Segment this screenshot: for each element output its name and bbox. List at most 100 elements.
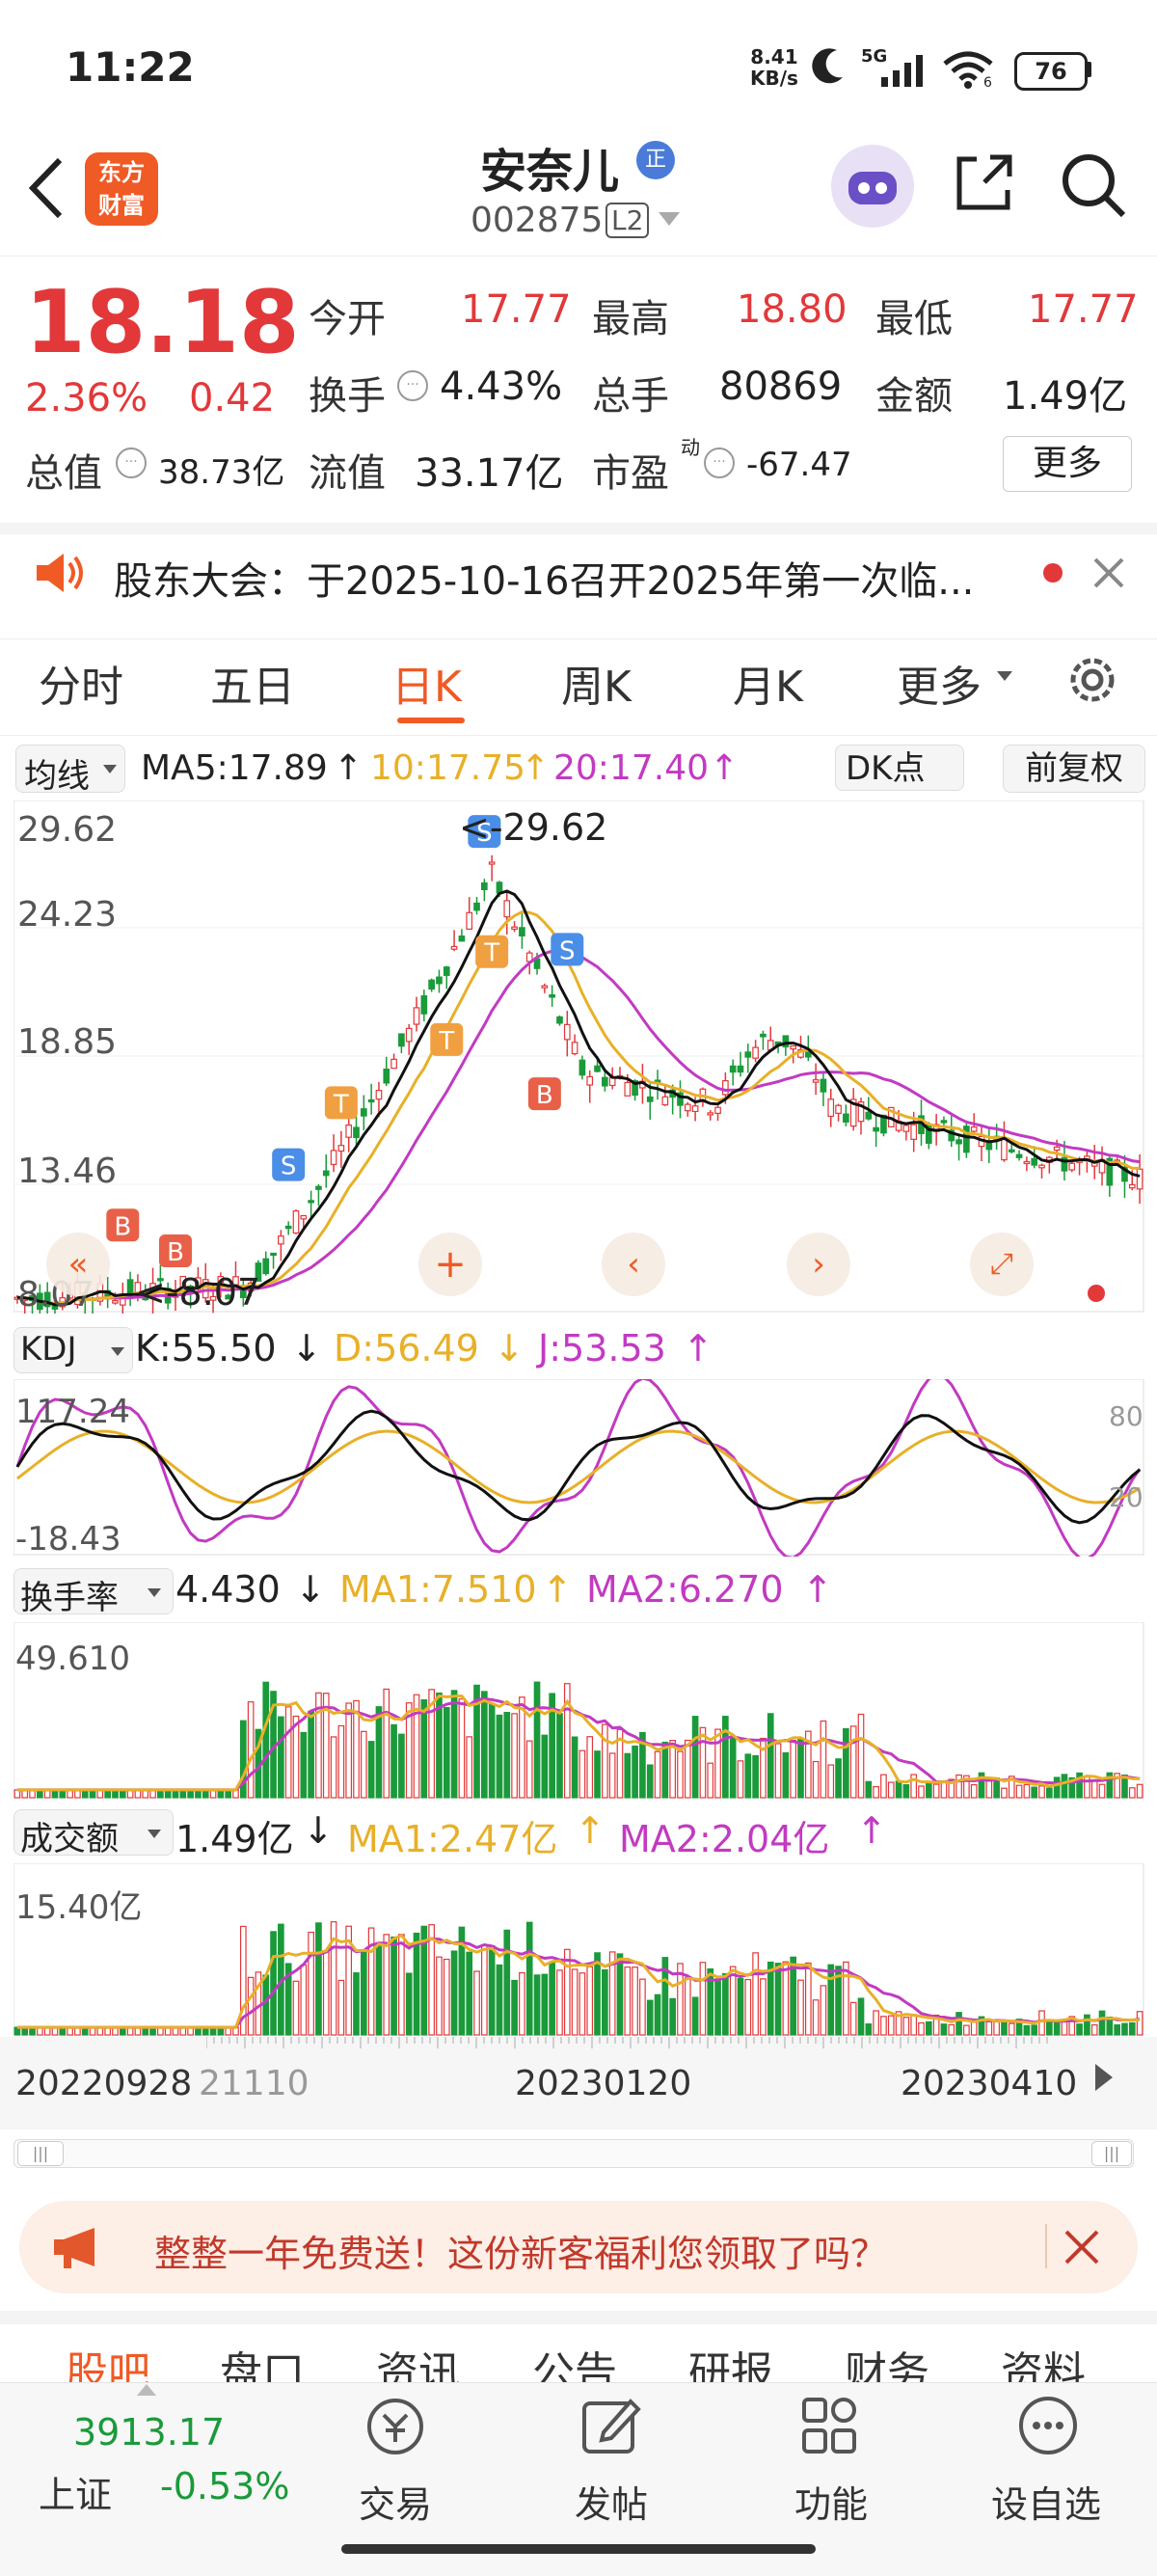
speaker-icon — [33, 550, 85, 600]
level-badge: L2 — [605, 203, 650, 238]
index-name[interactable]: 上证 — [39, 2465, 112, 2518]
range-scrollbar[interactable] — [13, 2139, 1134, 2168]
tab-minute[interactable]: 分时 — [39, 652, 123, 714]
volume-bar — [571, 1736, 578, 1799]
chevron-right-icon[interactable]: › — [787, 1233, 850, 1296]
volume-bar — [752, 1952, 759, 2036]
promo-text[interactable]: 整整一年免费送！这份新客福利您领取了吗？ — [154, 2224, 887, 2277]
kline-chart[interactable]: SSSBBBBTTT — [13, 800, 1145, 1314]
gear-icon[interactable] — [1063, 650, 1122, 714]
scroll-handle-left[interactable]: ||| — [17, 2141, 64, 2166]
rewind-icon[interactable]: « — [46, 1233, 110, 1296]
kdj-selector[interactable]: KDJ — [13, 1327, 133, 1373]
kdj-chart — [13, 1379, 1144, 1557]
candle — [405, 1027, 413, 1043]
grid-icon[interactable] — [798, 2394, 862, 2461]
robot-assistant-icon[interactable] — [831, 145, 914, 228]
volume-bar — [450, 1690, 458, 1799]
volume-bar — [443, 1706, 450, 1799]
search-icon[interactable] — [1058, 149, 1127, 223]
chevron-down-icon[interactable] — [659, 212, 680, 226]
info-icon[interactable]: ··· — [704, 447, 735, 478]
zoom-in-icon[interactable]: + — [418, 1233, 482, 1296]
adjust-button[interactable]: 前复权 — [1003, 745, 1145, 793]
volume-bar — [1061, 1774, 1068, 1799]
close-icon[interactable] — [1090, 554, 1128, 596]
tab-monthly-k[interactable]: 月K — [733, 652, 803, 714]
last-price: 18.18 — [25, 272, 300, 373]
ma10-label: 10:17.75 — [370, 748, 525, 788]
mktcap-value: 38.73亿 — [158, 453, 285, 492]
dk-point-button[interactable]: DK点 — [835, 745, 964, 791]
notice-text[interactable]: 股东大会：于2025-10-16召开2025年第一次临... — [114, 550, 974, 606]
candle — [511, 926, 518, 930]
candle — [940, 1120, 948, 1124]
volume-bar — [525, 1740, 533, 1799]
chevron-left-icon[interactable]: ‹ — [602, 1233, 665, 1296]
candle — [571, 1042, 578, 1055]
trade-icon[interactable] — [363, 2394, 430, 2461]
candle — [337, 1145, 345, 1152]
volume-bar — [541, 1734, 549, 1799]
volume-bar — [586, 1736, 594, 1799]
volume-bar — [970, 2020, 978, 2036]
candle — [503, 900, 511, 918]
volume-bar — [458, 1698, 466, 1799]
candle — [270, 1252, 277, 1257]
tab-five-day[interactable]: 五日 — [210, 652, 295, 714]
volume-bar — [1008, 2022, 1015, 2036]
change-value: 0.42 — [189, 376, 276, 420]
nav-post[interactable]: 发帖 — [575, 2475, 648, 2528]
ma20-label: 20:17.40 — [553, 748, 709, 788]
candle — [707, 1112, 714, 1116]
post-icon[interactable] — [578, 2394, 642, 2461]
candle — [292, 1210, 300, 1234]
more-circle-icon[interactable] — [1016, 2394, 1080, 2461]
y-label-top: 29.62 — [17, 810, 118, 850]
candle — [714, 1106, 721, 1114]
net-speed: 8.41 KB/s — [750, 45, 798, 90]
tab-weekly-k[interactable]: 周K — [561, 652, 632, 714]
volume-bar — [1098, 2010, 1106, 2036]
candle — [556, 1016, 563, 1024]
candle — [873, 1126, 879, 1132]
index-value[interactable]: 3913.17 — [73, 2411, 225, 2454]
play-icon[interactable] — [1095, 2064, 1113, 2091]
tab-daily-k[interactable]: 日K — [391, 652, 462, 714]
scroll-handle-right[interactable]: ||| — [1091, 2141, 1132, 2166]
volume-bar — [330, 1736, 337, 1799]
more-button[interactable]: 更多 — [1003, 436, 1132, 492]
close-icon[interactable] — [1063, 2228, 1101, 2270]
candle — [729, 1065, 737, 1073]
turnover-selector[interactable]: 换手率 — [13, 1568, 174, 1617]
volume-bar — [1090, 2023, 1098, 2036]
back-icon[interactable] — [21, 154, 69, 222]
volume-bar — [752, 1754, 759, 1799]
marker-label: T — [483, 939, 499, 968]
candle — [1001, 1138, 1008, 1161]
indicator-selector[interactable]: 均线 — [15, 745, 125, 796]
share-icon[interactable] — [950, 149, 1017, 221]
info-icon[interactable]: ··· — [397, 370, 428, 401]
volume-bar — [1045, 1787, 1053, 1799]
volume-bar — [699, 1726, 707, 1799]
tab-more[interactable]: 更多 — [897, 652, 982, 714]
ma5-arrow: ↑ — [334, 748, 363, 788]
nav-function[interactable]: 功能 — [794, 2475, 868, 2528]
info-icon[interactable]: ··· — [116, 447, 147, 478]
volume-bar — [533, 1681, 541, 1799]
change-pct: 2.36% — [25, 376, 148, 420]
candle — [413, 1007, 420, 1025]
volume-bar — [1136, 2011, 1144, 2036]
volume-bar — [488, 1703, 496, 1799]
turnover-chart — [13, 1622, 1144, 1799]
amount-selector[interactable]: 成交额 — [13, 1809, 174, 1858]
volume-bar — [466, 1736, 473, 1799]
volume-bar — [918, 2021, 925, 2036]
nav-add-watchlist[interactable]: 设自选 — [991, 2475, 1101, 2528]
index-change[interactable]: -0.53% — [160, 2465, 289, 2508]
fullscreen-icon[interactable]: ⤢ — [970, 1233, 1034, 1296]
amount-ma1: MA1:2.47亿 — [347, 1818, 558, 1860]
nav-trade[interactable]: 交易 — [359, 2475, 432, 2528]
marker-label: S — [281, 1152, 297, 1181]
